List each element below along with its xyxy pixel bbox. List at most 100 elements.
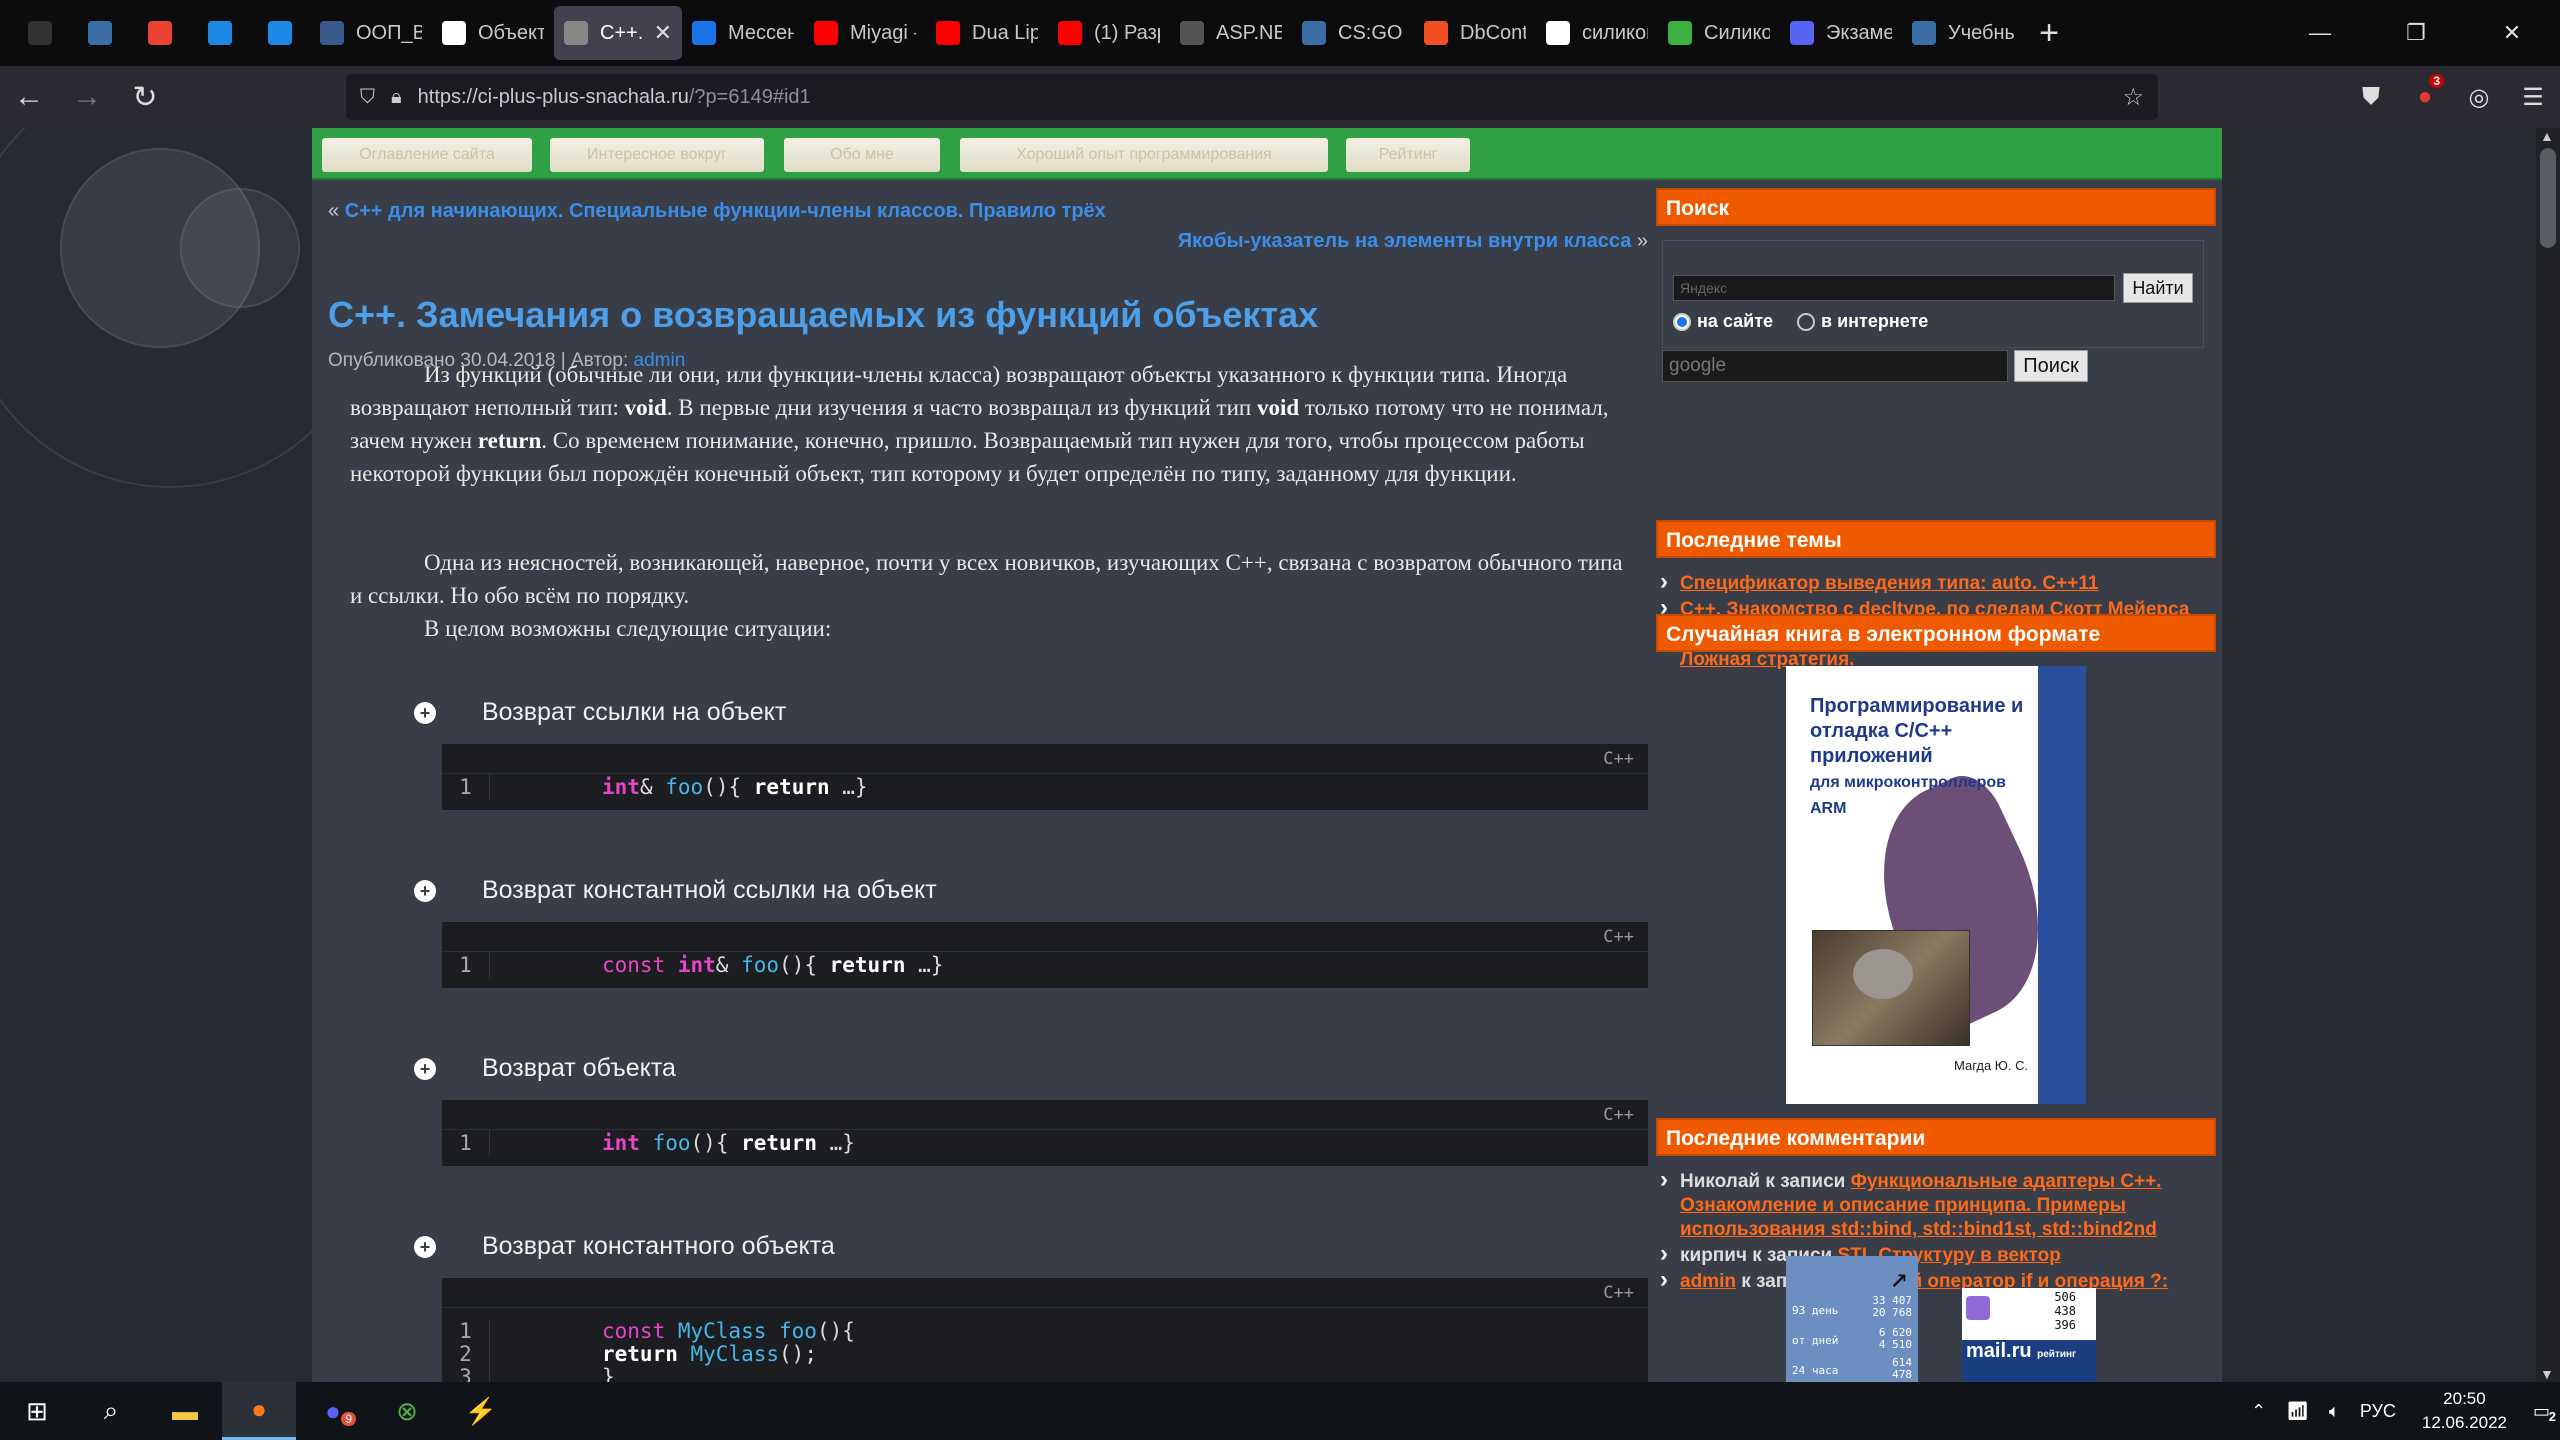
- expand-bullet-icon[interactable]: +: [414, 1236, 436, 1258]
- list-item[interactable]: Спецификатор выведения типа: auto. C++11: [1658, 570, 2198, 596]
- code-line: 1 const MyClass foo(){: [442, 1320, 1648, 1343]
- extension-icon[interactable]: ◎: [2452, 70, 2506, 124]
- google-icon: [442, 21, 466, 45]
- browser-tab[interactable]: ASP.NET: [1170, 6, 1292, 60]
- comment-item: Николай к записи Функциональные адаптеры…: [1658, 1168, 2198, 1242]
- book-cover-title: Программирование и отладка С/С++ приложе…: [1810, 695, 2024, 817]
- browser-tab[interactable]: Силикон: [1658, 6, 1780, 60]
- adblock-icon[interactable]: ● 3: [2398, 70, 2452, 124]
- xbox-icon[interactable]: ⊗: [370, 1382, 444, 1440]
- volume-icon[interactable]: 🔈︎: [2319, 1401, 2350, 1422]
- radio-on-site[interactable]: на сайте: [1673, 311, 1773, 332]
- windows-icon: [1424, 21, 1448, 45]
- arrow-icon: ↗: [1889, 1260, 1908, 1295]
- radio-unchecked-icon: [1797, 312, 1815, 331]
- tab-title: Miyagi -: [850, 21, 916, 44]
- menu-item-interesting[interactable]: Интересное вокруг: [550, 138, 764, 172]
- code-language: C++: [442, 922, 1648, 952]
- code-line: 1 int foo(){ return …}: [442, 1130, 1648, 1156]
- tab-title: силикон: [1582, 21, 1648, 44]
- address-bar[interactable]: ⛉ 🔒︎ https://ci-plus-plus-snachala.ru/?p…: [346, 74, 2158, 120]
- menu-item-rating[interactable]: Рейтинг: [1346, 138, 1470, 172]
- expand-bullet-icon[interactable]: +: [414, 1058, 436, 1080]
- bookmark-star-icon[interactable]: ☆: [2122, 83, 2144, 112]
- browser-tab[interactable]: [190, 6, 250, 60]
- next-post-link[interactable]: Якобы-указатель на элементы внутри класс…: [1178, 230, 1648, 253]
- menu-icon[interactable]: ☰: [2506, 70, 2560, 124]
- page-scrollbar[interactable]: ▲ ▼: [2536, 128, 2560, 1382]
- tab-title: ASP.NET: [1216, 21, 1282, 44]
- yandex-search-button[interactable]: Найти: [2123, 273, 2193, 303]
- start-windows-icon[interactable]: ⊞: [0, 1382, 74, 1440]
- code-language: C++: [442, 1100, 1648, 1130]
- koala-face: [1853, 949, 1913, 999]
- expand-bullet-icon[interactable]: +: [414, 702, 436, 724]
- search-icon[interactable]: ⌕: [74, 1382, 148, 1440]
- browser-tab[interactable]: Dua Lipa: [926, 6, 1048, 60]
- search-widget-title: Поиск: [1656, 188, 2216, 226]
- shield-icon[interactable]: ⛉: [360, 86, 375, 109]
- gmail-icon: [148, 21, 172, 45]
- chart-icon: [1302, 21, 1326, 45]
- network-icon[interactable]: 📶︎: [2276, 1401, 2319, 1422]
- firefox-icon[interactable]: ●: [222, 1382, 296, 1440]
- pocket-icon[interactable]: ⛊: [2344, 70, 2398, 124]
- browser-tab[interactable]: [250, 6, 310, 60]
- google-search-input[interactable]: google: [1662, 350, 2008, 382]
- browser-tab[interactable]: [130, 6, 190, 60]
- radio-checked-icon: [1673, 312, 1691, 331]
- url-text[interactable]: https://ci-plus-plus-snachala.ru/?p=6149…: [418, 86, 811, 109]
- menu-item-experience[interactable]: Хороший опыт программирования: [960, 138, 1328, 172]
- visit-counter-widget[interactable]: ↗ 33 407 20 768 93 день 6 620 4 510 от д…: [1786, 1256, 1918, 1382]
- reload-icon[interactable]: ↻: [116, 68, 174, 126]
- yandex-search-input[interactable]: Яндекс: [1673, 275, 2115, 301]
- browser-tab[interactable]: DbConte: [1414, 6, 1536, 60]
- radio-on-web[interactable]: в интернете: [1797, 311, 1928, 332]
- minimize-icon[interactable]: —: [2272, 0, 2368, 66]
- browser-tab[interactable]: Экзамен: [1780, 6, 1902, 60]
- close-window-icon[interactable]: ✕: [2464, 0, 2560, 66]
- comment-author-link[interactable]: admin: [1680, 1271, 1736, 1292]
- language-indicator[interactable]: РУС: [2350, 1401, 2406, 1422]
- hd-icon: [1668, 21, 1692, 45]
- book-author: Магда Ю. С.: [1954, 1058, 2029, 1073]
- browser-tab[interactable]: силикон: [1536, 6, 1658, 60]
- file-explorer-icon[interactable]: ▬: [148, 1382, 222, 1440]
- mailru-rating-widget[interactable]: 506 438 396 mail.ru рейтинг: [1962, 1288, 2096, 1382]
- clock[interactable]: 20:50 12.06.2022: [2406, 1387, 2523, 1435]
- chevron-up-icon[interactable]: ⌃: [2241, 1401, 2276, 1422]
- browser-tab[interactable]: (1) Разра: [1048, 6, 1170, 60]
- prev-post-link[interactable]: « С++ для начинающих. Специальные функци…: [328, 200, 1648, 223]
- restore-icon[interactable]: ❐: [2368, 0, 2464, 66]
- notification-icon[interactable]: ▭ 2: [2523, 1401, 2560, 1424]
- browser-tab[interactable]: C++. ✕: [554, 6, 682, 60]
- browser-tab[interactable]: [10, 6, 70, 60]
- discord-icon[interactable]: ● 9: [296, 1382, 370, 1440]
- youtube-icon: [814, 21, 838, 45]
- browser-tab[interactable]: Объекты: [432, 6, 554, 60]
- google-search-button[interactable]: Поиск: [2014, 350, 2088, 382]
- item-title: Возврат константной ссылки на объект: [482, 876, 937, 904]
- app-red-icon[interactable]: ⚡: [444, 1382, 518, 1440]
- browser-tab[interactable]: ООП_Во: [310, 6, 432, 60]
- scrollbar-thumb[interactable]: [2540, 148, 2556, 248]
- paragraph-situations: В целом возможны следующие ситуации:: [424, 616, 832, 641]
- book-cover-image[interactable]: Программирование и отладка С/С++ приложе…: [1786, 666, 2086, 1104]
- back-icon[interactable]: ←: [0, 68, 58, 126]
- menu-item-contents[interactable]: Оглавление сайта: [322, 138, 532, 172]
- close-tab-icon[interactable]: ✕: [654, 20, 672, 46]
- browser-tab[interactable]: Miyagi -: [804, 6, 926, 60]
- browser-tab[interactable]: Мессенд: [682, 6, 804, 60]
- browser-tab[interactable]: CS:GO M: [1292, 6, 1414, 60]
- recent-comments-title: Последние комментарии: [1656, 1118, 2216, 1156]
- tab-title: Объекты: [478, 21, 544, 44]
- new-tab-icon[interactable]: +: [2024, 14, 2074, 53]
- code-block: C++ 1 const int& foo(){ return …}: [442, 922, 1648, 988]
- menu-item-about[interactable]: Обо мне: [784, 138, 940, 172]
- browser-tab[interactable]: [70, 6, 130, 60]
- forward-icon[interactable]: →: [58, 68, 116, 126]
- expand-bullet-icon[interactable]: +: [414, 880, 436, 902]
- browser-tab[interactable]: Учебный: [1902, 6, 2024, 60]
- lock-icon[interactable]: 🔒︎: [391, 86, 402, 109]
- item-title: Возврат объекта: [482, 1054, 676, 1082]
